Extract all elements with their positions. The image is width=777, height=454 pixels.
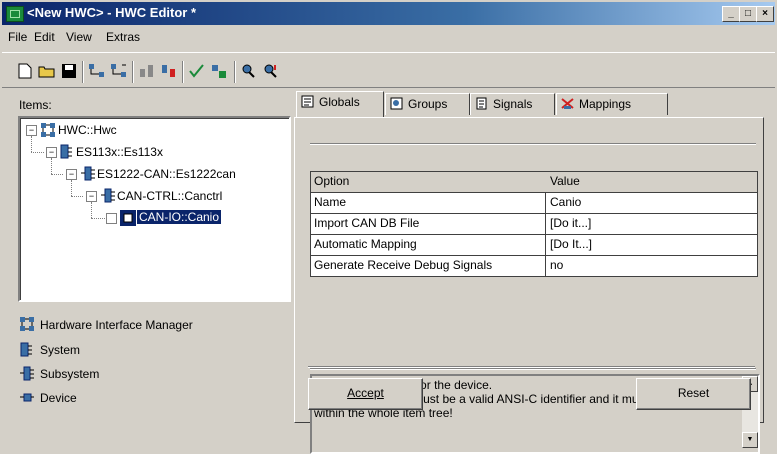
title-bar[interactable]: <New HWC> - HWC Editor * _ □ ×: [2, 2, 775, 25]
legend-subsystem: Subsystem: [40, 367, 100, 381]
tab-control: Globals Groups Signals Mappings Option V…: [294, 91, 764, 454]
scroll-down-button[interactable]: ▼: [742, 432, 758, 448]
check-icon[interactable]: [188, 63, 206, 79]
option-cell: Import CAN DB File: [314, 216, 420, 230]
value-cell[interactable]: no: [550, 258, 563, 272]
device-icon: [120, 210, 136, 226]
option-cell: Automatic Mapping: [314, 237, 417, 251]
system-icon: [60, 144, 72, 159]
search-next-icon[interactable]: [262, 63, 280, 79]
manager-icon: [20, 317, 34, 331]
table-row[interactable]: Generate Receive Debug Signals no: [311, 256, 757, 276]
items-tree[interactable]: − HWC::Hwc − ES113x::Es113x − ES1222-CAN…: [18, 116, 291, 302]
tree-node-canio[interactable]: CAN-IO::Canio: [137, 210, 222, 224]
manager-icon: [41, 123, 55, 137]
tree-node-canctrl[interactable]: CAN-CTRL::Canctrl: [117, 189, 222, 203]
tab-mappings-label: Mappings: [579, 97, 632, 111]
legend-device: Device: [40, 391, 77, 405]
menu-bar: File Edit View Extras: [2, 27, 775, 47]
toolbar: [2, 52, 775, 88]
collapse-toggle[interactable]: −: [86, 191, 97, 202]
minimize-button[interactable]: _: [722, 6, 740, 22]
collapse-toggle[interactable]: −: [66, 169, 77, 180]
device-icon: [20, 393, 34, 402]
app-icon: [6, 6, 24, 22]
mappings-icon: [561, 98, 574, 109]
legend-system: System: [40, 343, 81, 357]
value-cell[interactable]: Canio: [550, 195, 581, 209]
reset-label: Reset: [677, 386, 710, 400]
signals-icon: [476, 97, 487, 110]
table-row[interactable]: Name Canio: [311, 193, 757, 214]
tab-globals[interactable]: Globals: [296, 91, 384, 117]
hwc-editor-window: <New HWC> - HWC Editor * _ □ × File Edit…: [0, 0, 777, 454]
tree-node-hwc[interactable]: HWC::Hwc: [58, 123, 117, 137]
move-down-icon[interactable]: [160, 63, 178, 79]
subsystem-icon: [81, 166, 95, 181]
grid-header: Option Value: [311, 172, 757, 193]
close-button[interactable]: ×: [756, 6, 774, 22]
tab-globals-label: Globals: [319, 95, 360, 109]
option-cell: Generate Receive Debug Signals: [314, 258, 493, 272]
add-child-icon[interactable]: [110, 63, 128, 79]
reset-button[interactable]: Reset: [636, 378, 751, 410]
tab-groups-label: Groups: [408, 97, 448, 111]
maximize-button[interactable]: □: [739, 6, 757, 22]
system-icon: [20, 342, 32, 357]
accept-button[interactable]: Accept: [308, 378, 423, 410]
menu-view[interactable]: View: [66, 30, 92, 44]
generate-icon[interactable]: [210, 63, 228, 79]
options-grid[interactable]: Option Value Name Canio Import CAN DB Fi…: [310, 171, 758, 277]
menu-file[interactable]: File: [8, 30, 27, 44]
value-cell[interactable]: [Do It...]: [550, 237, 592, 251]
menu-extras[interactable]: Extras: [106, 30, 140, 44]
items-label: Items:: [19, 98, 52, 112]
add-node-icon[interactable]: [88, 63, 106, 79]
accept-label: Accept: [347, 386, 384, 400]
collapse-toggle[interactable]: −: [46, 147, 57, 158]
open-icon[interactable]: [38, 63, 56, 79]
tab-signals[interactable]: Signals: [470, 93, 555, 115]
subsystem-icon: [101, 188, 115, 203]
legend-manager: Hardware Interface Manager: [40, 318, 193, 332]
window-title: <New HWC> - HWC Editor *: [27, 5, 197, 20]
save-icon[interactable]: [60, 63, 78, 79]
search-icon[interactable]: [240, 63, 258, 79]
value-cell[interactable]: [Do it...]: [550, 216, 591, 230]
header-option: Option: [314, 174, 350, 188]
globals-icon: [301, 95, 314, 108]
move-up-icon[interactable]: [138, 63, 156, 79]
tree-node-es113x[interactable]: ES113x::Es113x: [76, 145, 163, 159]
menu-edit[interactable]: Edit: [34, 30, 55, 44]
tab-mappings[interactable]: Mappings: [556, 93, 668, 115]
groups-icon: [390, 97, 403, 110]
new-icon[interactable]: [16, 63, 34, 79]
tree-node-es1222can[interactable]: ES1222-CAN::Es1222can: [97, 167, 236, 181]
option-cell: Name: [314, 195, 347, 209]
tab-signals-label: Signals: [493, 97, 533, 111]
header-value: Value: [550, 174, 580, 188]
table-row[interactable]: Automatic Mapping [Do It...]: [311, 235, 757, 256]
leaf-toggle: [106, 213, 117, 224]
tab-groups[interactable]: Groups: [385, 93, 470, 115]
table-row[interactable]: Import CAN DB File [Do it...]: [311, 214, 757, 235]
collapse-toggle[interactable]: −: [26, 125, 37, 136]
subsystem-icon: [20, 366, 34, 381]
